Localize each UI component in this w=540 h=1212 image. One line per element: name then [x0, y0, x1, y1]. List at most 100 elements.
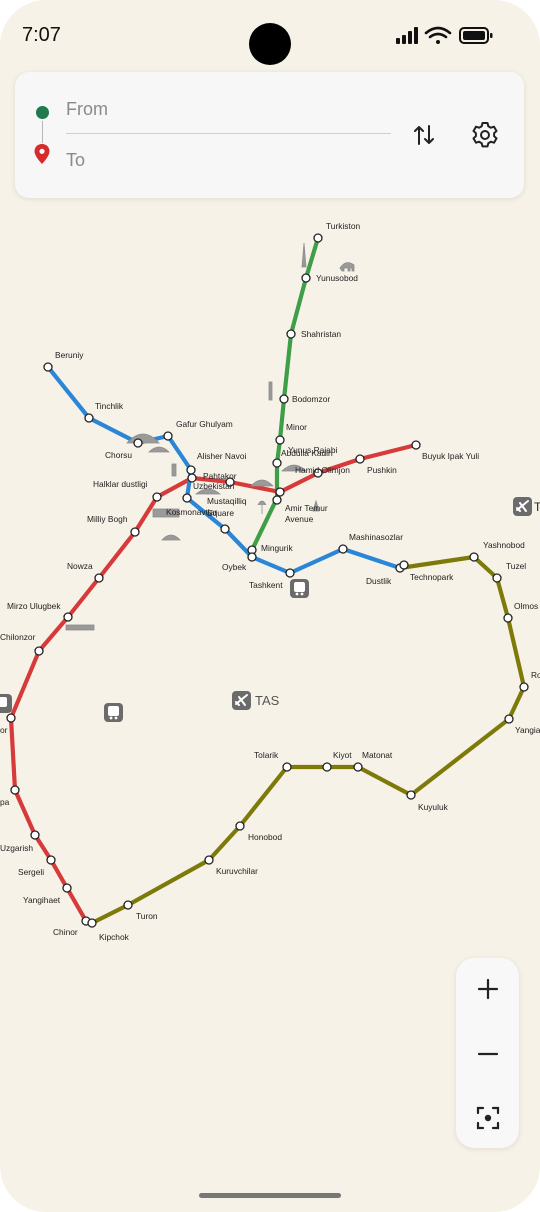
station-label[interactable]: Technopark — [410, 572, 454, 582]
station-label[interactable]: Kipchok — [99, 932, 130, 942]
station-label[interactable]: Turkiston — [326, 221, 360, 231]
station-dot[interactable] — [275, 487, 285, 497]
station-label[interactable]: Yangihaet — [23, 895, 61, 905]
station-label[interactable]: Kiyot — [333, 750, 352, 760]
station-dot[interactable] — [186, 465, 196, 475]
station-label[interactable]: Tolarik — [254, 750, 279, 760]
station-dot[interactable] — [355, 454, 365, 464]
station-dot[interactable] — [275, 435, 285, 445]
station-label[interactable]: Kuruvchilar — [216, 866, 258, 876]
station-label[interactable]: Mustaqilliq — [207, 496, 247, 506]
station-dot[interactable] — [272, 458, 282, 468]
station-label[interactable]: Matonat — [362, 750, 393, 760]
station-dot[interactable] — [43, 362, 53, 372]
station-dot[interactable] — [10, 785, 20, 795]
station-dot[interactable] — [492, 573, 502, 583]
station-label[interactable]: Yashnobod — [483, 540, 525, 550]
station-dot[interactable] — [469, 552, 479, 562]
station-dot[interactable] — [163, 431, 173, 441]
station-label[interactable]: pa — [0, 797, 10, 807]
station-label[interactable]: Chilonzor — [0, 632, 36, 642]
station-label[interactable]: Minor — [286, 422, 307, 432]
zoom-in-button[interactable] — [468, 969, 508, 1009]
station-dot[interactable] — [220, 524, 230, 534]
station-dot[interactable] — [406, 790, 416, 800]
station-label[interactable]: or — [0, 725, 8, 735]
station-dot[interactable] — [272, 495, 282, 505]
station-label[interactable]: Hamid Olimjon — [295, 465, 350, 475]
station-dot[interactable] — [34, 646, 44, 656]
station-dot[interactable] — [63, 612, 73, 622]
recenter-button[interactable] — [468, 1098, 508, 1138]
station-dot[interactable] — [282, 762, 292, 772]
station-label[interactable]: Shahristan — [301, 329, 341, 339]
to-input[interactable] — [66, 142, 386, 178]
station-label[interactable]: Nowza — [67, 561, 93, 571]
from-input[interactable] — [66, 91, 386, 127]
station-label[interactable]: Buyuk Ipak Yuli — [422, 451, 479, 461]
swap-direction-button[interactable] — [407, 118, 441, 152]
station-dot[interactable] — [285, 568, 295, 578]
station-label[interactable]: Tashkent — [249, 580, 283, 590]
station-label[interactable]: Avenue — [285, 514, 314, 524]
station-dot[interactable] — [6, 713, 16, 723]
station-label[interactable]: Mirzo Ulugbek — [7, 601, 61, 611]
station-label[interactable]: Tinchlik — [95, 401, 124, 411]
station-label[interactable]: Ro — [531, 670, 540, 680]
station-dot[interactable] — [62, 883, 72, 893]
station-label[interactable]: Yunusobod — [316, 273, 358, 283]
station-dot[interactable] — [504, 714, 514, 724]
station-dot[interactable] — [286, 329, 296, 339]
station-dot[interactable] — [519, 682, 529, 692]
station-label[interactable]: Uzgarish — [0, 843, 33, 853]
station-dot[interactable] — [94, 573, 104, 583]
station-dot[interactable] — [313, 233, 323, 243]
station-label[interactable]: Chinor — [53, 927, 78, 937]
station-label[interactable]: Pushkin — [367, 465, 397, 475]
station-label[interactable]: Alisher Navoi — [197, 451, 246, 461]
station-dot[interactable] — [204, 855, 214, 865]
station-dot[interactable] — [84, 413, 94, 423]
station-label[interactable]: Milliy Bogh — [87, 514, 128, 524]
station-dot[interactable] — [235, 821, 245, 831]
station-dot[interactable] — [279, 394, 289, 404]
station-label[interactable]: Sergeli — [18, 867, 44, 877]
olive-line[interactable] — [83, 554, 527, 926]
station-dot[interactable] — [411, 440, 421, 450]
station-label[interactable]: Pahtakor — [203, 471, 237, 481]
station-label[interactable]: Mingurik — [261, 543, 293, 553]
station-label[interactable]: Oybek — [222, 562, 247, 572]
settings-button[interactable] — [468, 118, 502, 152]
station-label[interactable]: Bodomzor — [292, 394, 330, 404]
station-label[interactable]: Kuyuluk — [418, 802, 449, 812]
station-dot[interactable] — [503, 613, 513, 623]
station-label[interactable]: Beruniy — [55, 350, 84, 360]
station-dot[interactable] — [301, 273, 311, 283]
station-dot[interactable] — [130, 527, 140, 537]
station-dot[interactable] — [247, 552, 257, 562]
station-label[interactable]: Uzbekistan — [193, 481, 235, 491]
station-dot[interactable] — [30, 830, 40, 840]
station-dot[interactable] — [123, 900, 133, 910]
station-label[interactable]: Halklar dustligi — [93, 479, 148, 489]
station-dot[interactable] — [353, 762, 363, 772]
station-dot[interactable] — [133, 438, 143, 448]
zoom-out-button[interactable] — [468, 1034, 508, 1074]
station-label[interactable]: Kosmonavtlar — [166, 507, 217, 517]
station-dot[interactable] — [46, 855, 56, 865]
station-label[interactable]: Yunus Rajabi — [288, 445, 337, 455]
station-label[interactable]: Olmos — [514, 601, 538, 611]
station-label[interactable]: Mashinasozlar — [349, 532, 403, 542]
station-label[interactable]: Amir Temur — [285, 503, 328, 513]
station-dot[interactable] — [399, 560, 409, 570]
station-dot[interactable] — [152, 492, 162, 502]
station-dot[interactable] — [322, 762, 332, 772]
station-dot[interactable] — [87, 918, 97, 928]
station-label[interactable]: Turon — [136, 911, 158, 921]
station-label[interactable]: Yangia — [515, 725, 540, 735]
station-dot[interactable] — [182, 493, 192, 503]
station-label[interactable]: Dustlik — [366, 576, 392, 586]
station-dot[interactable] — [338, 544, 348, 554]
station-label[interactable]: Gafur Ghulyam — [176, 419, 233, 429]
station-label[interactable]: Tuzel — [506, 561, 526, 571]
